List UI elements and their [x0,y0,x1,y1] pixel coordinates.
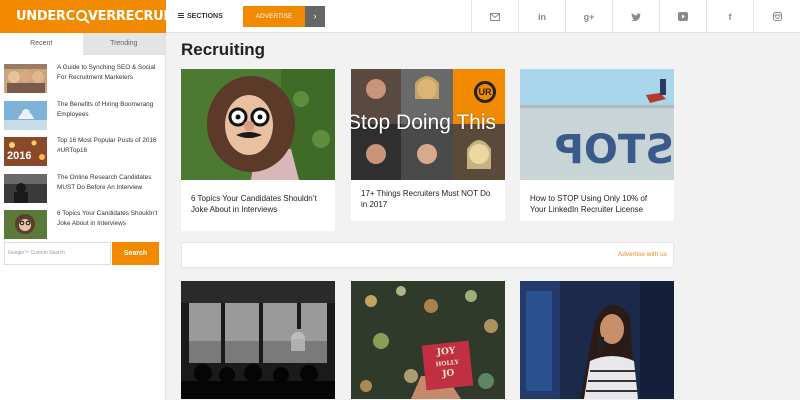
post-title[interactable]: The Benefits of Hiring Boomerang Employe… [57,100,161,136]
post-title[interactable]: A Guide to Synching SEO & Social For Rec… [57,63,161,99]
youtube-icon[interactable] [659,0,706,33]
facebook-icon[interactable]: f [706,0,753,33]
tab-trending[interactable]: Trending [82,33,165,55]
twitter-icon[interactable] [612,0,659,33]
instagram-icon[interactable] [753,0,800,33]
sections-label: SECTIONS [187,13,223,20]
search-form: Google™ Custom Search Search [4,242,159,265]
post-title[interactable]: Top 16 Most Popular Posts of 2016 #URTop… [57,136,161,172]
post-title[interactable]: 6 Topics Your Candidates Shouldn’t Joke … [57,209,161,245]
ad-banner: Advertise with us [181,242,674,268]
post-thumbnail[interactable] [4,173,47,203]
post-thumbnail[interactable]: 2016 [4,137,47,166]
left-sidebar: Recent Trending A Guide to Synching SEO … [0,33,166,400]
svg-text:2016: 2016 [7,150,31,162]
ur-badge: UR [474,81,496,103]
search-input[interactable]: Google™ Custom Search [4,242,111,265]
hamburger-icon [178,13,184,18]
sections-menu-button[interactable]: SECTIONS [178,0,223,33]
article-card[interactable] [181,281,335,399]
article-card[interactable]: STOP How to STOP Using Only 10% of Your … [520,69,674,221]
article-title[interactable]: How to STOP Using Only 10% of Your Linke… [520,185,674,224]
sidebar-tabs: Recent Trending [0,33,165,55]
email-icon[interactable] [471,0,518,33]
article-card[interactable]: UR Stop Doing This 17+ Things Recruiters… [351,69,505,221]
post-thumbnail[interactable] [4,210,47,239]
article-card[interactable] [520,281,674,399]
site-logo[interactable]: UNDERC VERRECRUITER [0,0,195,33]
page-title: Recruiting [181,40,266,59]
article-image[interactable] [181,281,335,399]
list-item[interactable]: 2016 Top 16 Most Popular Posts of 2016 #… [4,136,165,172]
advertise-link[interactable]: Advertise with us [618,251,667,258]
list-item[interactable]: 6 Topics Your Candidates Shouldn’t Joke … [4,209,165,245]
article-card[interactable]: JOY HOLLY JO [351,281,505,399]
article-image[interactable]: STOP [520,69,674,180]
logo-text-start: UNDERC [16,9,75,24]
post-title[interactable]: The Online Research Candidates MUST Do B… [57,173,161,209]
tab-recent[interactable]: Recent [0,33,83,55]
article-image[interactable] [520,281,674,399]
advertise-button[interactable]: ADVERTISE [243,6,305,27]
list-item[interactable]: A Guide to Synching SEO & Social For Rec… [4,63,165,99]
image-overlay-text: Stop Doing This [351,111,497,134]
list-item[interactable]: The Online Research Candidates MUST Do B… [4,173,165,209]
article-image[interactable]: UR Stop Doing This [351,69,505,180]
article-image[interactable] [181,69,335,180]
google-plus-icon[interactable]: g+ [565,0,612,33]
magnifier-icon [75,10,87,21]
article-title[interactable]: 6 Topics Your Candidates Shouldn’t Joke … [181,185,335,224]
article-card[interactable]: 6 Topics Your Candidates Shouldn’t Joke … [181,69,335,231]
post-thumbnail[interactable] [4,64,47,93]
post-thumbnail[interactable] [4,100,47,130]
recent-posts-list: A Guide to Synching SEO & Social For Rec… [0,55,165,245]
social-links: in g+ f [471,0,800,33]
svg-text:STOP: STOP [555,127,674,173]
chevron-right-icon[interactable]: › [305,6,325,27]
top-navbar: UNDERC VERRECRUITER SECTIONS ADVERTISE › … [0,0,800,33]
list-item[interactable]: The Benefits of Hiring Boomerang Employe… [4,100,165,136]
joy-greeting-card: JOY HOLLY JO [421,340,474,391]
linkedin-icon[interactable]: in [518,0,565,33]
article-title[interactable]: 17+ Things Recruiters Must NOT Do in 201… [351,180,505,219]
search-button[interactable]: Search [112,242,159,265]
